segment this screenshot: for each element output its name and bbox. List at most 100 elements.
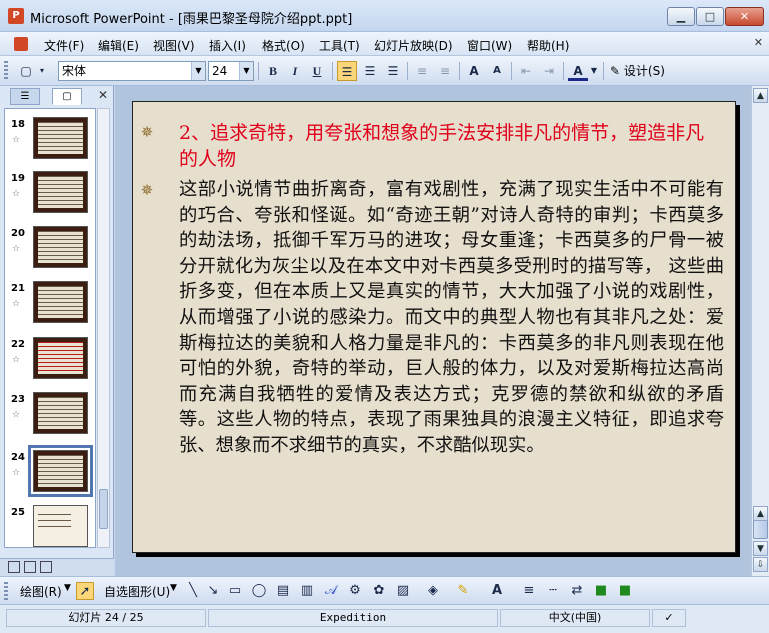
slides-tab[interactable]: ▢ [52, 88, 82, 105]
toolbar-grip[interactable] [4, 582, 8, 602]
oval-icon[interactable]: ◯ [250, 582, 268, 600]
autoshapes-button[interactable]: 自选图形(U) [104, 583, 170, 600]
numbering-icon[interactable]: ≡ [412, 61, 432, 81]
slide-preview[interactable] [28, 445, 93, 497]
font-size-select[interactable]: 24 ▼ [208, 61, 254, 81]
outline-tab[interactable]: ☰ [10, 88, 40, 105]
current-slide[interactable]: ✵ 2、追求奇特，用夸张和想象的手法安排非凡的情节，塑造非凡的人物 ✵ 这部小说… [132, 101, 736, 553]
slide-preview-content [38, 176, 83, 208]
menu-format[interactable]: 格式(O) [262, 37, 305, 54]
wordart-icon[interactable]: 𝒜 [322, 582, 340, 600]
toolbar-separator [459, 62, 460, 80]
scroll-down-icon[interactable]: ▼ [753, 541, 768, 556]
3d-style-icon[interactable]: ■ [616, 582, 634, 600]
menu-edit[interactable]: 编辑(E) [98, 37, 139, 54]
slide-sorter-icon[interactable] [24, 561, 36, 573]
slideshow-icon[interactable] [40, 561, 52, 573]
menu-tools[interactable]: 工具(T) [319, 37, 360, 54]
menu-view[interactable]: 视图(V) [153, 37, 195, 54]
slide-thumbnail[interactable]: 20 ☆ [5, 222, 95, 272]
scroll-up-icon[interactable]: ▲ [753, 506, 768, 521]
line-style-icon[interactable]: ≡ [520, 582, 538, 600]
new-document-icon[interactable]: ▢ [16, 61, 36, 81]
dash-style-icon[interactable]: ┄ [544, 582, 562, 600]
next-slide-icon[interactable]: ⇩ [753, 557, 768, 572]
slide-thumbnail[interactable]: 18 ☆ [5, 113, 95, 163]
slide-preview[interactable] [33, 505, 88, 547]
picture-icon[interactable]: ▨ [394, 582, 412, 600]
maximize-button[interactable]: □ [696, 7, 724, 26]
slide-thumbnail[interactable]: 23 ☆ [5, 388, 95, 438]
underline-button[interactable]: U [307, 61, 327, 81]
line-color-icon[interactable]: ✎ [454, 582, 472, 600]
font-color-icon[interactable]: A [488, 582, 506, 600]
slide-number: 24 [11, 452, 25, 463]
toolbar-options-icon[interactable]: ▾ [36, 61, 48, 81]
chevron-down-icon[interactable]: ▼ [64, 583, 71, 593]
fill-color-icon[interactable]: ◈ [424, 582, 442, 600]
increase-indent-icon[interactable]: ⇥ [539, 61, 559, 81]
chevron-down-icon[interactable]: ▼ [239, 62, 253, 80]
arrow-icon[interactable]: ↘ [204, 582, 222, 600]
panel-scrollbar[interactable] [97, 108, 110, 548]
design-icon: ✎ [610, 64, 621, 78]
minimize-button[interactable]: ▁ [667, 7, 695, 26]
slide-thumbnail[interactable]: 21 ☆ [5, 277, 95, 327]
draw-menu-button[interactable]: 绘图(R) [20, 583, 62, 600]
spelling-check-icon[interactable]: ✓ [652, 609, 686, 627]
font-name-select[interactable]: 宋体 ▼ [58, 61, 206, 81]
align-left-icon[interactable]: ☰ [337, 61, 357, 81]
slide-preview[interactable] [33, 281, 88, 323]
select-pointer-icon[interactable]: ➚ [76, 582, 94, 600]
vertical-scrollbar[interactable]: ▲ ▲ ▼ ⇩ [751, 86, 769, 576]
slide-thumbnail[interactable]: 19 ☆ [5, 167, 95, 217]
slide-preview[interactable] [33, 337, 88, 379]
line-icon[interactable]: ╲ [184, 582, 202, 600]
increase-font-icon[interactable]: A [464, 61, 484, 81]
powerpoint-icon[interactable]: P [8, 8, 24, 24]
scrollbar-thumb[interactable] [99, 489, 108, 529]
slide-preview-content [38, 514, 71, 532]
menu-slideshow[interactable]: 幻灯片放映(D) [374, 37, 453, 54]
text-box-icon[interactable]: ▤ [274, 582, 292, 600]
vertical-text-icon[interactable]: ▥ [298, 582, 316, 600]
decrease-font-icon[interactable]: A [487, 61, 507, 81]
toolbar-grip[interactable] [4, 61, 8, 81]
slide-preview[interactable] [33, 117, 88, 159]
rectangle-icon[interactable]: ▭ [226, 582, 244, 600]
slide-preview[interactable] [33, 226, 88, 268]
slide-heading[interactable]: 2、追求奇特，用夸张和想象的手法安排非凡的情节，塑造非凡的人物 [179, 120, 719, 172]
design-button[interactable]: ✎ 设计(S) [610, 61, 665, 81]
bold-button[interactable]: B [263, 61, 283, 81]
bullets-icon[interactable]: ≡ [435, 61, 455, 81]
align-center-icon[interactable]: ☰ [360, 61, 380, 81]
slide-preview[interactable] [33, 392, 88, 434]
close-document-button[interactable]: ✕ [754, 36, 763, 49]
scroll-up-icon[interactable]: ▲ [753, 88, 768, 103]
align-right-icon[interactable]: ☰ [383, 61, 403, 81]
menu-file[interactable]: 文件(F) [44, 37, 84, 54]
shadow-style-icon[interactable]: ■ [592, 582, 610, 600]
close-window-button[interactable]: ✕ [725, 7, 764, 26]
normal-view-icon[interactable] [8, 561, 20, 573]
menu-window[interactable]: 窗口(W) [467, 37, 512, 54]
menu-help[interactable]: 帮助(H) [527, 37, 569, 54]
slide-thumbnail[interactable]: 25 [5, 501, 95, 547]
slide-body-text[interactable]: 这部小说情节曲折离奇，富有戏剧性，充满了现实生活中不可能有的巧合、夸张和怪诞。如… [179, 177, 724, 459]
slide-thumbnail-list[interactable]: 18 ☆ 19 ☆ 20 ☆ 21 ☆ 22 ☆ 23 ☆ 24 ☆ 25 [4, 108, 96, 548]
close-panel-icon[interactable]: ✕ [98, 88, 108, 102]
document-menu-icon[interactable] [14, 37, 28, 51]
arrow-style-icon[interactable]: ⇄ [568, 582, 586, 600]
diagram-icon[interactable]: ⚙ [346, 582, 364, 600]
chevron-down-icon[interactable]: ▼ [170, 583, 177, 593]
decrease-indent-icon[interactable]: ⇤ [516, 61, 536, 81]
slide-preview[interactable] [33, 171, 88, 213]
clipart-icon[interactable]: ✿ [370, 582, 388, 600]
menu-insert[interactable]: 插入(I) [209, 37, 246, 54]
chevron-down-icon[interactable]: ▼ [588, 61, 600, 81]
chevron-down-icon[interactable]: ▼ [191, 62, 205, 80]
font-color-icon[interactable]: A [568, 61, 588, 81]
italic-button[interactable]: I [285, 61, 305, 81]
slide-thumbnail[interactable]: 24 ☆ [5, 445, 95, 497]
slide-thumbnail[interactable]: 22 ☆ [5, 333, 95, 383]
